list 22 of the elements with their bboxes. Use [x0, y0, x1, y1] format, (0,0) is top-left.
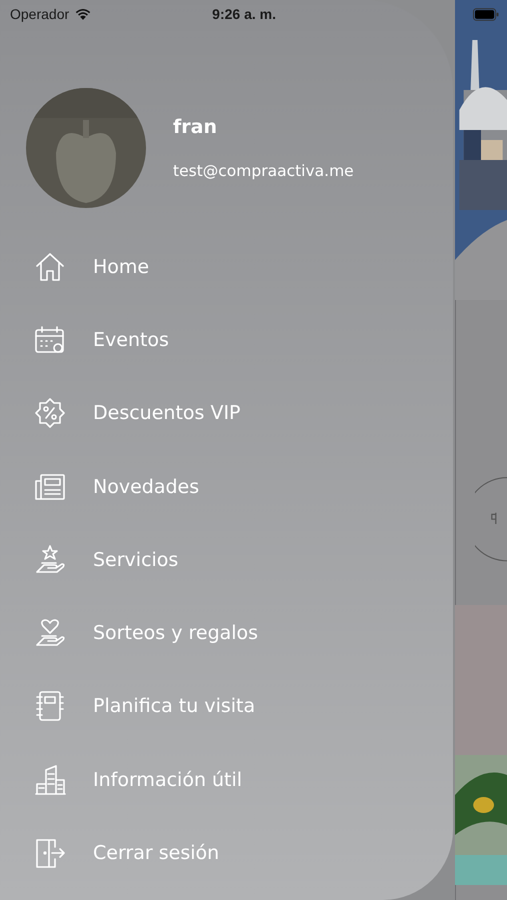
discount-icon [34, 397, 66, 430]
menu-item[interactable]: Servicios [0, 523, 453, 596]
home-icon [34, 250, 66, 283]
menu-item[interactable]: Planifica tu visita [0, 670, 453, 744]
wifi-icon [74, 7, 92, 21]
buildings-icon [34, 764, 66, 796]
carrier-name: Operador [10, 6, 70, 22]
calendar-icon [34, 324, 66, 356]
menu-item[interactable]: Cerrar sesión [0, 816, 453, 890]
battery-icon [473, 8, 499, 20]
hand-star-icon [34, 544, 66, 576]
door-exit-icon [34, 837, 66, 870]
menu-item[interactable]: Descuentos VIP [0, 376, 453, 450]
menu-item[interactable]: Home [0, 230, 453, 304]
status-time: 9:26 a. m. [212, 6, 276, 22]
menu-item[interactable]: Sorteos y regalos [0, 596, 453, 670]
menu-item[interactable]: Novedades [0, 450, 453, 524]
menu-item[interactable]: Eventos [0, 303, 453, 377]
menu-item[interactable]: Información útil [0, 743, 453, 816]
user-name: fran [173, 116, 218, 138]
notebook-icon [34, 690, 66, 722]
user-email: test@compraactiva.me [173, 162, 354, 180]
